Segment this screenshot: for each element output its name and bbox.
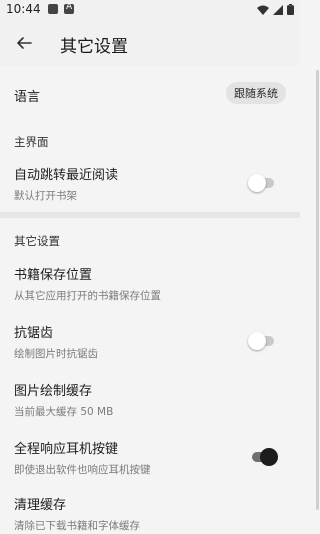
section-other: 其它设置 [0, 218, 300, 252]
book-save-setting[interactable]: 书籍保存位置 从其它应用打开的书籍保存位置 [0, 254, 300, 310]
antialias-setting[interactable]: 抗锯齿 绘制图片时抗锯齿 [0, 312, 300, 368]
clear-cache-label: 清理缓存 [14, 498, 67, 513]
arrow-back-icon [17, 37, 32, 49]
earphone-keys-setting[interactable]: 全程响应耳机按键 即使退出软件也响应耳机按键 [0, 428, 300, 484]
toggle-thumb [248, 332, 266, 350]
auto-jump-setting[interactable]: 自动跳转最近阅读 默认打开书架 [0, 154, 300, 210]
toggle-thumb [248, 174, 266, 192]
settings-list: 语言 跟随系统 主界面 自动跳转最近阅读 默认打开书架 其它设置 书籍保存位置 … [0, 66, 300, 534]
back-button[interactable] [10, 29, 38, 57]
section-title-main: 主界面 [14, 135, 49, 149]
antialias-toggle[interactable] [248, 332, 278, 350]
status-time: 10:44 [6, 2, 41, 16]
battery-icon [287, 4, 294, 15]
app-bar: 其它设置 [0, 20, 300, 66]
status-bar: 10:44 [0, 0, 300, 20]
image-cache-label: 图片绘制缓存 [14, 384, 93, 399]
book-save-sub: 从其它应用打开的书籍保存位置 [14, 290, 161, 302]
status-right-icons [257, 4, 294, 15]
book-save-label: 书籍保存位置 [14, 268, 93, 283]
auto-jump-label: 自动跳转最近阅读 [14, 168, 119, 183]
image-cache-sub: 当前最大缓存 50 MB [14, 406, 114, 418]
auto-jump-sub: 默认打开书架 [14, 190, 77, 202]
app-a-icon [64, 2, 74, 14]
scrollbar[interactable] [316, 70, 319, 510]
earphone-keys-label: 全程响应耳机按键 [14, 442, 119, 457]
earphone-keys-sub: 即使退出软件也响应耳机按键 [14, 464, 151, 476]
language-value-pill[interactable]: 跟随系统 [226, 82, 286, 104]
language-setting[interactable]: 语言 跟随系统 [0, 66, 300, 122]
clear-cache-setting[interactable]: 清理缓存 清除已下载书籍和字体缓存 [0, 486, 300, 534]
clear-cache-sub: 清除已下载书籍和字体缓存 [14, 520, 140, 532]
signal-icon [273, 4, 283, 15]
section-title-other: 其它设置 [14, 234, 60, 248]
status-left-icons [48, 2, 74, 14]
auto-jump-toggle[interactable] [248, 174, 278, 192]
image-cache-setting[interactable]: 图片绘制缓存 当前最大缓存 50 MB [0, 370, 300, 426]
page-title: 其它设置 [60, 37, 128, 57]
earphone-keys-toggle[interactable] [248, 448, 278, 466]
section-main: 主界面 [0, 122, 300, 152]
toggle-thumb [260, 448, 278, 466]
antialias-label: 抗锯齿 [14, 326, 54, 341]
antialias-sub: 绘制图片时抗锯齿 [14, 348, 98, 360]
notification-square-icon [48, 4, 58, 14]
wifi-icon [257, 5, 269, 15]
language-label: 语言 [14, 90, 41, 105]
